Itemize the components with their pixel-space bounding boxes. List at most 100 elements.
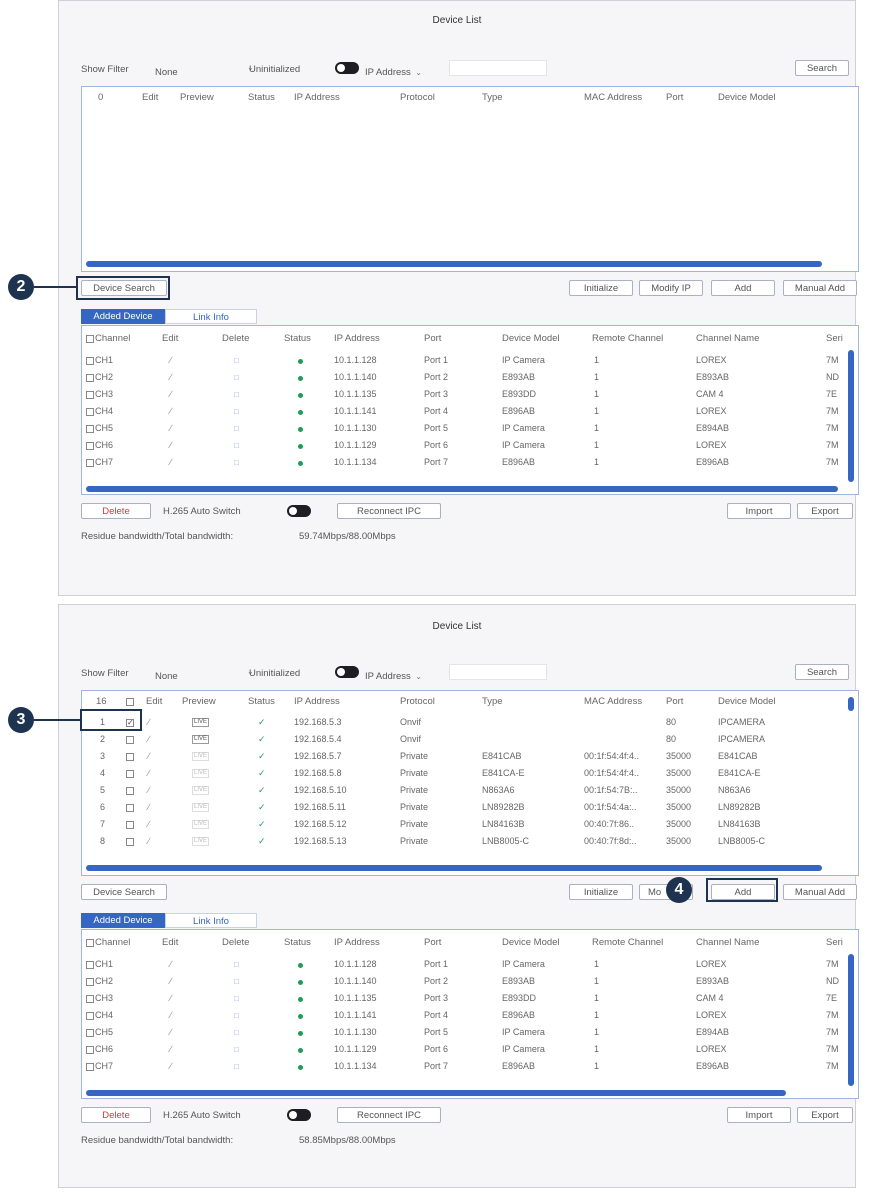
pencil-icon[interactable]: ∕ — [170, 1027, 172, 1037]
live-preview-icon[interactable]: LIVE — [192, 837, 210, 846]
trash-icon[interactable]: □ — [234, 1045, 239, 1054]
live-preview-icon[interactable]: LIVE — [192, 769, 210, 778]
trash-icon[interactable]: □ — [234, 960, 239, 969]
row-checkbox[interactable] — [126, 736, 134, 744]
row-checkbox[interactable] — [86, 357, 94, 365]
export-button[interactable]: Export — [797, 1107, 853, 1123]
row-checkbox[interactable] — [86, 374, 94, 382]
pencil-icon[interactable]: ∕ — [170, 993, 172, 1003]
row-checkbox[interactable] — [86, 961, 94, 969]
h265-auto-switch-toggle[interactable] — [287, 505, 311, 517]
search-input[interactable] — [449, 664, 547, 680]
table-row[interactable]: CH2 ∕ □ 10.1.1.140 Port 2 E893AB 1 E893AB ND — [82, 974, 852, 991]
tab-added-device[interactable]: Added Device — [81, 913, 165, 928]
vertical-scrollbar[interactable] — [848, 350, 854, 482]
search-input[interactable] — [449, 60, 547, 76]
manual-add-button[interactable]: Manual Add — [783, 884, 857, 900]
pencil-icon[interactable]: ∕ — [148, 751, 150, 761]
export-button[interactable]: Export — [797, 503, 853, 519]
row-checkbox[interactable] — [86, 1029, 94, 1037]
live-preview-icon[interactable]: LIVE — [192, 752, 210, 761]
live-preview-icon[interactable]: LIVE — [192, 820, 210, 829]
table-row[interactable]: CH4 ∕ □ 10.1.1.141 Port 4 E896AB 1 LOREX 7M — [82, 1008, 852, 1025]
pencil-icon[interactable]: ∕ — [148, 802, 150, 812]
table-row[interactable]: CH3 ∕ □ 10.1.1.135 Port 3 E893DD 1 CAM 4 7E — [82, 387, 852, 404]
table-row[interactable]: CH5 ∕ □ 10.1.1.130 Port 5 IP Camera 1 E894AB 7M — [82, 1025, 852, 1042]
table-row[interactable]: 4 ∕ LIVE ✓ 192.168.5.8 Private E841CA-E 00:1f:5… — [82, 766, 842, 783]
pencil-icon[interactable]: ∕ — [170, 1010, 172, 1020]
initialize-button[interactable]: Initialize — [569, 884, 633, 900]
manual-add-button[interactable]: Manual Add — [783, 280, 857, 296]
pencil-icon[interactable]: ∕ — [170, 406, 172, 416]
select-all-checkbox[interactable] — [86, 335, 94, 343]
table-row[interactable]: CH7 ∕ □ 10.1.1.134 Port 7 E896AB 1 E896AB 7M — [82, 455, 852, 472]
row-checkbox[interactable] — [86, 391, 94, 399]
pencil-icon[interactable]: ∕ — [148, 734, 150, 744]
pencil-icon[interactable]: ∕ — [170, 440, 172, 450]
row-checkbox[interactable] — [86, 1046, 94, 1054]
table-row[interactable]: 7 ∕ LIVE ✓ 192.168.5.12 Private LN84163B 00:40:… — [82, 817, 842, 834]
table-row[interactable]: 2 ∕ LIVE ✓ 192.168.5.4 Onvif 80 IPCAMERA — [82, 732, 842, 749]
live-preview-icon[interactable]: LIVE — [192, 786, 210, 795]
reconnect-ipc-button[interactable]: Reconnect IPC — [337, 503, 441, 519]
row-checkbox[interactable] — [86, 978, 94, 986]
delete-button[interactable]: Delete — [81, 503, 151, 519]
ip-address-dropdown[interactable]: IP Address ⌄ — [365, 666, 445, 682]
device-search-button[interactable]: Device Search — [81, 884, 167, 900]
uninitialized-toggle[interactable] — [335, 666, 359, 678]
row-checkbox[interactable] — [126, 770, 134, 778]
horizontal-scrollbar[interactable] — [86, 486, 838, 492]
live-preview-icon[interactable]: LIVE — [192, 735, 210, 744]
table-row[interactable]: CH4 ∕ □ 10.1.1.141 Port 4 E896AB 1 LOREX 7M — [82, 404, 852, 421]
row-checkbox[interactable] — [86, 442, 94, 450]
trash-icon[interactable]: □ — [234, 1011, 239, 1020]
pencil-icon[interactable]: ∕ — [170, 423, 172, 433]
pencil-icon[interactable]: ∕ — [170, 457, 172, 467]
trash-icon[interactable]: □ — [234, 994, 239, 1003]
table-row[interactable]: CH1 ∕ □ 10.1.1.128 Port 1 IP Camera 1 LOREX 7M — [82, 957, 852, 974]
pencil-icon[interactable]: ∕ — [170, 1044, 172, 1054]
trash-icon[interactable]: □ — [234, 441, 239, 450]
tab-link-info[interactable]: Link Info — [165, 309, 257, 324]
h265-auto-switch-toggle[interactable] — [287, 1109, 311, 1121]
trash-icon[interactable]: □ — [234, 373, 239, 382]
initialize-button[interactable]: Initialize — [569, 280, 633, 296]
trash-icon[interactable]: □ — [234, 1028, 239, 1037]
table-row[interactable]: CH3 ∕ □ 10.1.1.135 Port 3 E893DD 1 CAM 4 7E — [82, 991, 852, 1008]
search-button[interactable]: Search — [795, 60, 849, 76]
table-row[interactable]: CH2 ∕ □ 10.1.1.140 Port 2 E893AB 1 E893AB ND — [82, 370, 852, 387]
pencil-icon[interactable]: ∕ — [148, 785, 150, 795]
trash-icon[interactable]: □ — [234, 407, 239, 416]
pencil-icon[interactable]: ∕ — [170, 389, 172, 399]
table-row[interactable]: 8 ∕ LIVE ✓ 192.168.5.13 Private LNB8005-C 00:40… — [82, 834, 842, 851]
pencil-icon[interactable]: ∕ — [148, 836, 150, 846]
pencil-icon[interactable]: ∕ — [170, 959, 172, 969]
pencil-icon[interactable]: ∕ — [148, 768, 150, 778]
table-row[interactable]: 1 ✓ ∕ LIVE ✓ 192.168.5.3 Onvif 80 IPCAMERA — [82, 715, 842, 732]
trash-icon[interactable]: □ — [234, 424, 239, 433]
modify-ip-button[interactable]: Modify IP — [639, 280, 703, 296]
pencil-icon[interactable]: ∕ — [148, 717, 150, 727]
uninitialized-toggle[interactable] — [335, 62, 359, 74]
row-checkbox[interactable] — [126, 787, 134, 795]
reconnect-ipc-button[interactable]: Reconnect IPC — [337, 1107, 441, 1123]
row-checkbox[interactable] — [86, 408, 94, 416]
pencil-icon[interactable]: ∕ — [148, 819, 150, 829]
table-row[interactable]: CH5 ∕ □ 10.1.1.130 Port 5 IP Camera 1 E894AB 7M — [82, 421, 852, 438]
table-row[interactable]: CH6 ∕ □ 10.1.1.129 Port 6 IP Camera 1 LOREX 7M — [82, 438, 852, 455]
table-row[interactable]: 6 ∕ LIVE ✓ 192.168.5.11 Private LN89282B 00:1f:… — [82, 800, 842, 817]
import-button[interactable]: Import — [727, 1107, 791, 1123]
row-checkbox[interactable] — [86, 425, 94, 433]
vertical-scrollbar[interactable] — [848, 954, 854, 1086]
tab-link-info[interactable]: Link Info — [165, 913, 257, 928]
row-checkbox[interactable] — [126, 838, 134, 846]
pencil-icon[interactable]: ∕ — [170, 372, 172, 382]
trash-icon[interactable]: □ — [234, 356, 239, 365]
table-row[interactable]: CH6 ∕ □ 10.1.1.129 Port 6 IP Camera 1 LOREX 7M — [82, 1042, 852, 1059]
pencil-icon[interactable]: ∕ — [170, 355, 172, 365]
delete-button[interactable]: Delete — [81, 1107, 151, 1123]
tab-added-device[interactable]: Added Device — [81, 309, 165, 324]
row-checkbox[interactable] — [126, 753, 134, 761]
horizontal-scrollbar[interactable] — [86, 1090, 786, 1096]
live-preview-icon[interactable]: LIVE — [192, 803, 210, 812]
